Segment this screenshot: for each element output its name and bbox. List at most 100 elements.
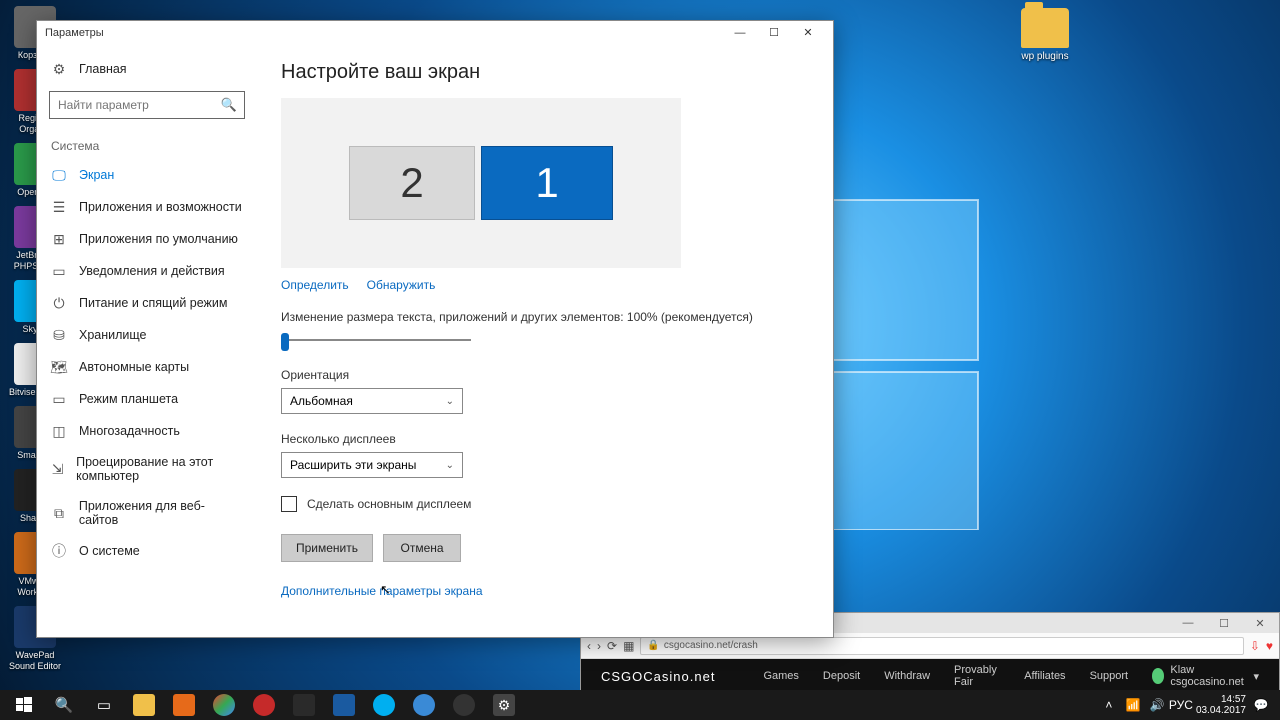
settings-sidebar: ⚙ Главная 🔍 Система 🖵 Экран ☰ Приложения… xyxy=(37,45,257,637)
sidebar-item-storage[interactable]: ⛁ Хранилище xyxy=(37,319,257,351)
sidebar-item-notifications[interactable]: ▭ Уведомления и действия xyxy=(37,255,257,287)
address-bar[interactable]: 🔒 csgocasino.net/crash xyxy=(640,637,1243,655)
tray-clock[interactable]: 14:57 03.04.2017 xyxy=(1196,694,1246,716)
sidebar-item-about[interactable]: ⓘ О системе xyxy=(37,535,257,567)
taskbar-app-obs[interactable] xyxy=(444,690,484,720)
tray-language[interactable]: РУС xyxy=(1172,696,1190,714)
identify-link[interactable]: Определить xyxy=(281,278,349,292)
search-button[interactable]: 🔍 xyxy=(44,690,84,720)
opera-icon xyxy=(253,694,275,716)
username: Klaw csgocasino.net xyxy=(1170,664,1247,688)
task-view-icon: ▭ xyxy=(97,696,111,714)
tray-volume-icon[interactable]: 🔊 xyxy=(1148,696,1166,714)
edge-icon xyxy=(413,694,435,716)
detect-link[interactable]: Обнаружить xyxy=(367,278,436,292)
taskbar-app-chrome[interactable] xyxy=(204,690,244,720)
skype-icon xyxy=(373,694,395,716)
nav-provably[interactable]: Provably Fair xyxy=(954,664,1000,688)
search-input[interactable] xyxy=(49,91,245,119)
gear-icon: ⚙ xyxy=(51,61,67,77)
sidebar-item-label: Уведомления и действия xyxy=(79,264,225,278)
multiple-displays-select[interactable]: Расширить эти экраны ⌄ xyxy=(281,452,463,478)
taskbar-app-firefox[interactable] xyxy=(164,690,204,720)
sidebar-item-projecting[interactable]: ⇲ Проецирование на этот компьютер xyxy=(37,447,257,491)
sidebar-item-default-apps[interactable]: ⊞ Приложения по умолчанию xyxy=(37,223,257,255)
nav-withdraw[interactable]: Withdraw xyxy=(884,670,930,682)
cancel-button[interactable]: Отмена xyxy=(383,534,461,562)
checkbox[interactable] xyxy=(281,496,297,512)
primary-display-checkbox-row[interactable]: Сделать основным дисплеем xyxy=(281,496,809,512)
advanced-display-link[interactable]: Дополнительные параметры экрана ↖ xyxy=(281,584,483,598)
heart-icon-2[interactable]: ♥ xyxy=(1266,639,1273,653)
task-view-button[interactable]: ▭ xyxy=(84,690,124,720)
nav-games[interactable]: Games xyxy=(763,670,798,682)
heart-icon[interactable]: ⇩ xyxy=(1250,639,1260,653)
tray-action-center-icon[interactable]: 💬 xyxy=(1252,696,1270,714)
info-icon: ⓘ xyxy=(51,543,67,559)
taskbar-app-skype[interactable] xyxy=(364,690,404,720)
forward-button[interactable]: › xyxy=(597,639,601,653)
close-button[interactable]: ✕ xyxy=(791,21,825,45)
slider-thumb[interactable] xyxy=(281,333,289,351)
taskbar-app-mail[interactable] xyxy=(324,690,364,720)
taskbar-app-edge[interactable] xyxy=(404,690,444,720)
chevron-down-icon: ⌄ xyxy=(446,460,454,471)
project-icon: ⇲ xyxy=(51,461,64,477)
sidebar-item-label: Приложения для веб-сайтов xyxy=(79,499,243,527)
nav-affiliates[interactable]: Affiliates xyxy=(1024,670,1065,682)
display-arrangement[interactable]: 2 1 xyxy=(281,98,681,268)
window-title: Параметры xyxy=(45,27,723,39)
maximize-button[interactable]: ☐ xyxy=(757,21,791,45)
sidebar-item-tablet-mode[interactable]: ▭ Режим планшета xyxy=(37,383,257,415)
apply-button[interactable]: Применить xyxy=(281,534,373,562)
grid-icon[interactable]: ▦ xyxy=(623,639,634,653)
sidebar-item-apps-features[interactable]: ☰ Приложения и возможности xyxy=(37,191,257,223)
minimize-button[interactable]: — xyxy=(1173,616,1203,630)
taskbar-app-explorer[interactable] xyxy=(124,690,164,720)
reload-button[interactable]: ⟳ xyxy=(607,639,617,653)
taskbar-pinned-apps: ⚙ xyxy=(124,690,524,720)
monitor-2[interactable]: 2 xyxy=(349,146,475,220)
sidebar-item-label: Хранилище xyxy=(79,328,147,342)
close-button[interactable]: ✕ xyxy=(1245,616,1275,630)
taskbar-app-vscode[interactable] xyxy=(284,690,324,720)
minimize-button[interactable]: — xyxy=(723,21,757,45)
cursor-icon: ↖ xyxy=(380,582,391,598)
desktop-icon-wp-plugins[interactable]: wp plugins xyxy=(1010,8,1080,62)
sidebar-item-label: О системе xyxy=(79,544,140,558)
orientation-select[interactable]: Альбомная ⌄ xyxy=(281,388,463,414)
maximize-button[interactable]: ☐ xyxy=(1209,616,1239,630)
sidebar-item-offline-maps[interactable]: 🗺 Автономные карты xyxy=(37,351,257,383)
tray-chevron-icon[interactable]: ˄ xyxy=(1100,696,1118,714)
orientation-value: Альбомная xyxy=(290,394,353,408)
folder-icon xyxy=(1021,8,1069,48)
scale-slider[interactable] xyxy=(281,330,471,350)
sidebar-item-multitasking[interactable]: ◫ Многозадачность xyxy=(37,415,257,447)
sidebar-item-label: Проецирование на этот компьютер xyxy=(76,455,243,483)
multiple-displays-value: Расширить эти экраны xyxy=(290,458,416,472)
notifications-icon: ▭ xyxy=(51,263,67,279)
tray-network-icon[interactable]: 📶 xyxy=(1124,696,1142,714)
sidebar-item-power[interactable]: ⏻ Питание и спящий режим xyxy=(37,287,257,319)
user-menu[interactable]: Klaw csgocasino.net ▾ xyxy=(1152,664,1259,688)
nav-deposit[interactable]: Deposit xyxy=(823,670,860,682)
tray-time: 14:57 xyxy=(1196,694,1246,705)
nav-support[interactable]: Support xyxy=(1090,670,1129,682)
tablet-icon: ▭ xyxy=(51,391,67,407)
sidebar-item-apps-websites[interactable]: ⧉ Приложения для веб-сайтов xyxy=(37,491,257,535)
sidebar-item-label: Автономные карты xyxy=(79,360,189,374)
sidebar-home[interactable]: ⚙ Главная xyxy=(37,53,257,85)
link-icon: ⧉ xyxy=(51,505,67,521)
taskbar-app-opera[interactable] xyxy=(244,690,284,720)
back-button[interactable]: ‹ xyxy=(587,639,591,653)
site-logo[interactable]: CSGOCasino.net xyxy=(601,669,715,684)
sidebar-search: 🔍 xyxy=(49,91,245,119)
start-button[interactable] xyxy=(4,690,44,720)
monitor-1[interactable]: 1 xyxy=(481,146,613,220)
sidebar-item-display[interactable]: 🖵 Экран xyxy=(37,159,257,191)
taskbar-app-settings[interactable]: ⚙ xyxy=(484,690,524,720)
sidebar-section-label: Система xyxy=(37,129,257,159)
browser-page-header: CSGOCasino.net Games Deposit Withdraw Pr… xyxy=(581,659,1279,693)
apps-icon: ☰ xyxy=(51,199,67,215)
mail-icon xyxy=(333,694,355,716)
